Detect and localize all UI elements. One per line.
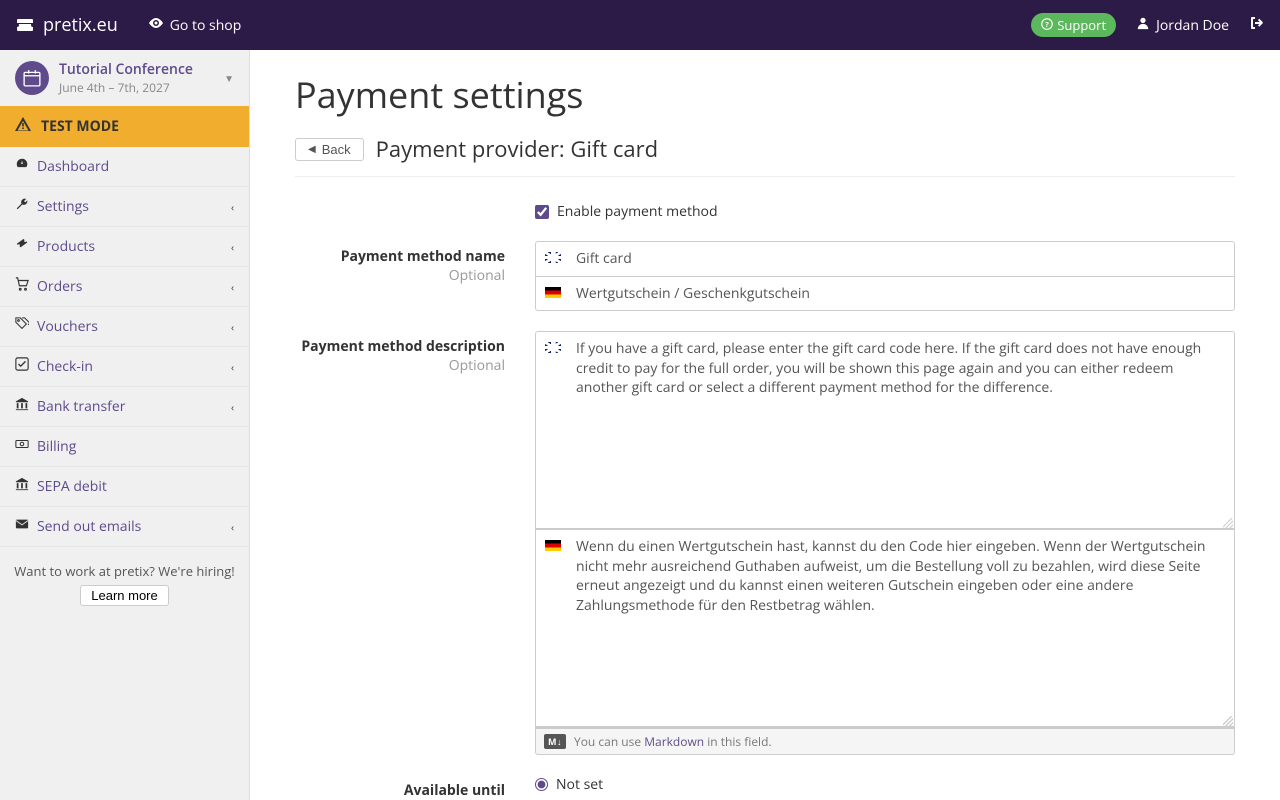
chevron-left-icon: ‹	[231, 360, 234, 374]
name-optional: Optional	[295, 266, 505, 285]
hiring-text: Want to work at pretix? We're hiring!	[14, 562, 234, 580]
svg-text:?: ?	[1046, 20, 1050, 30]
sidebar-item-label: Billing	[37, 437, 76, 456]
chevron-left-icon: ‹	[231, 240, 234, 254]
hiring-notice: Want to work at pretix? We're hiring! Le…	[0, 547, 249, 621]
sidebar-item-vouchers[interactable]: Vouchers ‹	[0, 307, 249, 347]
flag-de-icon	[545, 540, 561, 551]
page-subtitle: Payment provider: Gift card	[376, 134, 659, 164]
sidebar-item-label: Products	[37, 237, 95, 256]
chevron-left-icon: ‹	[231, 200, 234, 214]
main-content: Payment settings ◀ Back Payment provider…	[250, 50, 1280, 800]
calendar-icon	[15, 61, 49, 95]
sidebar-item-label: SEPA debit	[37, 477, 107, 496]
check-icon	[15, 357, 35, 376]
chevron-left-icon: ‹	[231, 280, 234, 294]
name-input-en[interactable]	[570, 242, 1234, 276]
notset-radio-row[interactable]: Not set	[535, 775, 1235, 794]
sidebar-item-settings[interactable]: Settings ‹	[0, 187, 249, 227]
markdown-link[interactable]: Markdown	[644, 733, 704, 750]
event-switcher[interactable]: Tutorial Conference June 4th – 7th, 2027…	[0, 50, 249, 106]
wrench-icon	[15, 197, 35, 216]
event-date: June 4th – 7th, 2027	[59, 79, 224, 96]
markdown-badge-icon: M↓	[544, 734, 566, 749]
chevron-left-icon: ‹	[231, 320, 234, 334]
back-label: Back	[322, 142, 351, 157]
notset-radio[interactable]	[535, 778, 548, 791]
sidebar-item-label: Orders	[37, 277, 82, 296]
back-button[interactable]: ◀ Back	[295, 138, 364, 161]
caret-down-icon: ▼	[224, 71, 234, 85]
sidebar-item-orders[interactable]: Orders ‹	[0, 267, 249, 307]
brand-name: pretix.eu	[43, 13, 118, 37]
user-icon	[1136, 16, 1150, 35]
description-input-en[interactable]	[570, 332, 1234, 528]
notset-label: Not set	[556, 775, 603, 794]
caret-left-icon: ◀	[308, 144, 316, 155]
chevron-left-icon: ‹	[231, 400, 234, 414]
eye-icon	[148, 15, 164, 36]
warning-icon	[15, 116, 31, 137]
flag-gb-icon	[545, 252, 561, 263]
support-button[interactable]: ? Support	[1031, 13, 1116, 37]
sidebar-item-label: Check-in	[37, 357, 93, 376]
sidebar-item-sepa-debit[interactable]: SEPA debit	[0, 467, 249, 507]
question-circle-icon: ?	[1041, 17, 1053, 34]
top-navbar: pretix.eu Go to shop ? Support Jordan Do…	[0, 0, 1280, 50]
description-label: Payment method description	[301, 337, 505, 356]
sidebar-item-bank-transfer[interactable]: Bank transfer ‹	[0, 387, 249, 427]
description-optional: Optional	[295, 356, 505, 375]
brand-link[interactable]: pretix.eu	[15, 13, 118, 37]
chevron-left-icon: ‹	[231, 520, 234, 534]
money-icon	[15, 437, 35, 456]
sidebar-item-label: Vouchers	[37, 317, 98, 336]
dashboard-icon	[15, 157, 35, 176]
flag-de-icon	[545, 287, 561, 298]
institution-icon	[15, 397, 35, 416]
cart-icon	[15, 277, 35, 296]
tags-icon	[15, 317, 35, 336]
event-title: Tutorial Conference	[59, 60, 224, 79]
flag-gb-icon	[545, 342, 561, 353]
name-label: Payment method name	[341, 247, 505, 266]
sidebar-item-check-in[interactable]: Check-in ‹	[0, 347, 249, 387]
support-label: Support	[1057, 16, 1106, 34]
ticket-icon	[15, 237, 35, 256]
sidebar: Tutorial Conference June 4th – 7th, 2027…	[0, 50, 250, 800]
sidebar-item-label: Dashboard	[37, 157, 109, 176]
user-menu[interactable]: Jordan Doe	[1136, 16, 1229, 35]
enable-checkbox[interactable]	[535, 205, 549, 219]
learn-more-button[interactable]: Learn more	[80, 585, 168, 606]
sidebar-item-send-out-emails[interactable]: Send out emails ‹	[0, 507, 249, 547]
goto-shop-label: Go to shop	[170, 16, 242, 35]
sidebar-item-label: Bank transfer	[37, 397, 125, 416]
sidebar-item-dashboard[interactable]: Dashboard	[0, 147, 249, 187]
description-input-de[interactable]	[570, 530, 1234, 726]
enable-label: Enable payment method	[557, 202, 718, 221]
logout-button[interactable]	[1249, 14, 1265, 36]
sidebar-item-label: Send out emails	[37, 517, 141, 536]
user-name: Jordan Doe	[1156, 16, 1229, 35]
sidebar-item-billing[interactable]: Billing	[0, 427, 249, 467]
goto-shop-link[interactable]: Go to shop	[148, 15, 242, 36]
testmode-label: TEST MODE	[41, 117, 119, 136]
envelope-icon	[15, 517, 35, 536]
sidebar-item-products[interactable]: Products ‹	[0, 227, 249, 267]
name-input-de[interactable]	[570, 277, 1234, 311]
brand-icon	[15, 15, 35, 35]
page-title: Payment settings	[295, 70, 1235, 119]
testmode-banner: TEST MODE	[0, 106, 249, 147]
available-until-label: Available until	[404, 781, 505, 800]
sidebar-item-label: Settings	[37, 197, 89, 216]
enable-checkbox-row[interactable]: Enable payment method	[535, 202, 1235, 221]
institution-icon	[15, 477, 35, 496]
description-helptext: M↓ You can use Markdown in this field.	[535, 728, 1235, 755]
